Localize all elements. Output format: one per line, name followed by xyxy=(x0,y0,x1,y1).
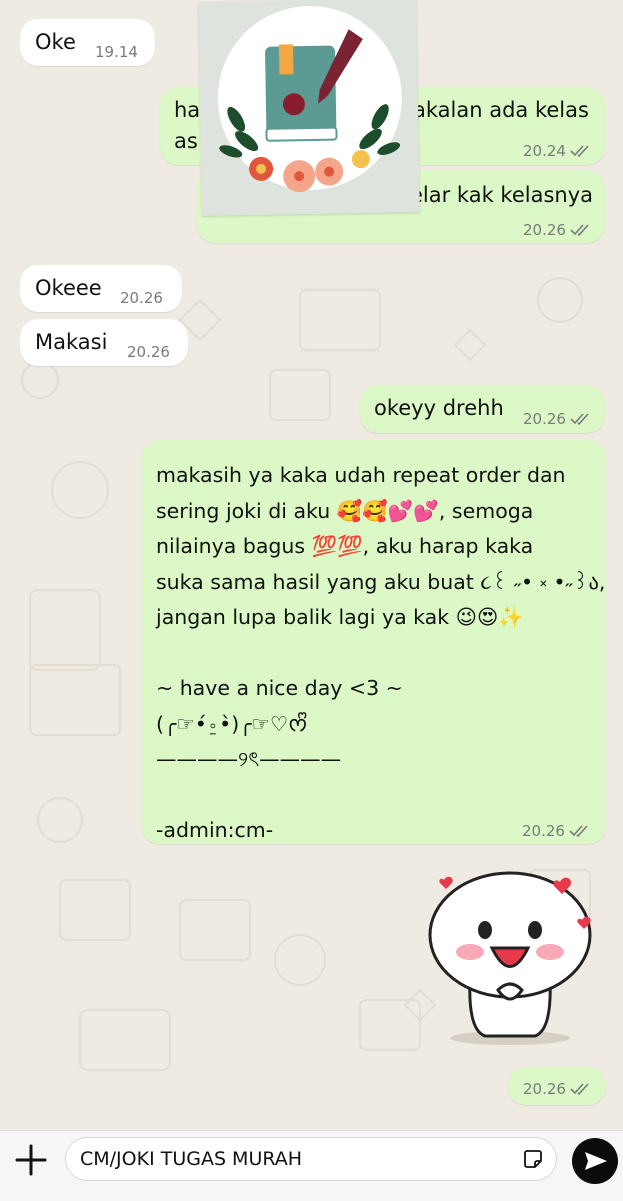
message-line: (╭☞•́⍛•̀)╭☞♡ᰔᩚ xyxy=(156,711,308,736)
message-line: ————୨ৎ———— xyxy=(156,747,342,771)
message-outgoing-long[interactable]: makasih ya kaka udah repeat order dan se… xyxy=(142,440,606,844)
message-line: ~ have a nice day <3 ~ xyxy=(156,676,403,700)
message-line: makasih ya kaka udah repeat order dan xyxy=(156,463,566,487)
message-input-bar xyxy=(0,1130,623,1201)
message-outgoing[interactable]: okeyy drehh 20.26 xyxy=(360,385,605,433)
send-button[interactable] xyxy=(572,1138,618,1184)
message-time: 20.26 xyxy=(120,289,163,307)
sticker-icon[interactable] xyxy=(522,1148,544,1170)
message-text: Okeee xyxy=(35,276,102,300)
message-line: jangan lupa balik lagi ya kak 😉😍✨ xyxy=(156,605,524,629)
message-text-block: makasih ya kaka udah repeat order dan se… xyxy=(156,458,606,849)
plus-icon[interactable] xyxy=(14,1143,48,1177)
double-check-icon xyxy=(570,413,589,426)
send-icon xyxy=(585,1152,607,1170)
message-text: Oke xyxy=(35,30,76,54)
sticker-book-logo[interactable] xyxy=(198,0,420,216)
message-line: sering joki di aku 🥰🥰💕💕, semoga xyxy=(156,498,534,523)
message-incoming[interactable]: Oke 19.14 xyxy=(20,19,155,66)
message-time: 19.14 xyxy=(95,43,138,61)
message-time: 20.26 xyxy=(523,1077,592,1101)
double-check-icon xyxy=(570,224,589,237)
message-time: 20.24 xyxy=(523,139,592,163)
double-check-icon xyxy=(570,1083,589,1096)
message-text: elar kak kelasnya xyxy=(410,183,594,207)
cute-blob-sticker-icon xyxy=(428,871,592,1045)
book-pen-icon xyxy=(217,5,402,193)
message-incoming[interactable]: Makasi 20.26 xyxy=(20,319,188,366)
message-text: as xyxy=(174,129,198,153)
message-text: akalan ada kelas xyxy=(413,98,589,122)
message-text: okeyy drehh xyxy=(374,396,504,420)
message-time: 20.26 xyxy=(522,819,591,843)
message-text: Makasi xyxy=(35,330,108,354)
message-text: ha xyxy=(174,98,201,122)
double-check-icon xyxy=(570,145,589,158)
sticker-message[interactable] xyxy=(410,860,610,1050)
message-time: 20.26 xyxy=(523,407,592,431)
message-field[interactable] xyxy=(65,1137,557,1181)
message-line: suka sama hasil yang aku buat ૮꒰ ˶• ༝ •˶… xyxy=(156,569,606,594)
message-time: 20.26 xyxy=(127,343,170,361)
message-line xyxy=(156,636,596,672)
message-input[interactable] xyxy=(80,1144,500,1174)
message-line xyxy=(156,778,596,814)
double-check-icon xyxy=(569,825,588,838)
sticker-time-bubble: 20.26 xyxy=(508,1067,606,1105)
message-incoming[interactable]: Okeee 20.26 xyxy=(20,265,182,312)
message-time: 20.26 xyxy=(523,218,592,242)
message-line: nilainya bagus 💯💯, aku harap kaka xyxy=(156,534,534,558)
